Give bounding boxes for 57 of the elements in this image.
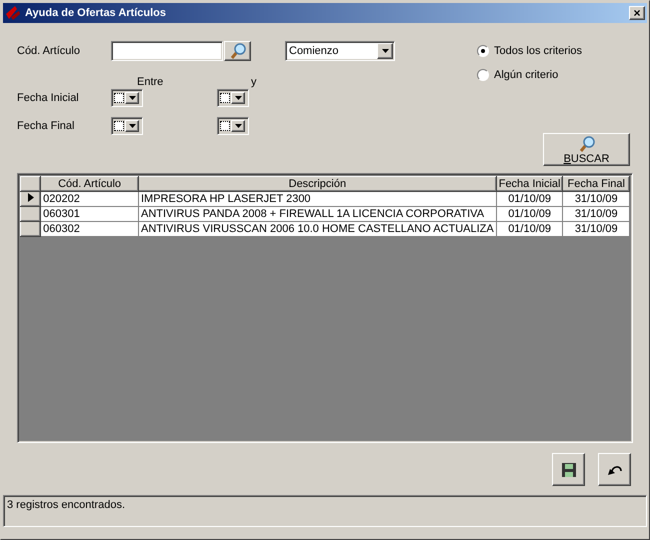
match-combo[interactable]: Comienzo	[285, 41, 395, 61]
field-label: Fecha Final	[17, 120, 76, 132]
code-input[interactable]	[111, 41, 223, 61]
caret-icon	[128, 124, 136, 128]
date-picker[interactable]	[111, 117, 143, 135]
table-cell: 31/10/09	[562, 206, 630, 222]
undo-button[interactable]	[598, 453, 631, 486]
caret-icon	[382, 49, 388, 53]
save-button[interactable]	[552, 453, 585, 486]
radio-label: Todos los criterios	[494, 45, 582, 57]
date-picker[interactable]	[217, 89, 249, 107]
date-checkbox[interactable]	[220, 93, 230, 103]
date-picker[interactable]	[217, 117, 249, 135]
table-cell: IMPRESORA HP LASERJET 2300	[138, 192, 496, 206]
range-label: y	[251, 76, 256, 88]
column-header[interactable]: Cód. Artículo	[40, 176, 138, 192]
column-header[interactable]: Fecha Inicial	[496, 176, 563, 192]
radio-option[interactable]: Todos los criterios	[477, 45, 649, 57]
table-cell: 020202	[40, 192, 138, 206]
caret-icon	[128, 96, 136, 100]
table-cell: 01/10/09	[496, 192, 563, 206]
table-cell: ANTIVIRUS VIRUSSCAN 2006 10.0 HOME CASTELLANO ACTUALIZA	[138, 222, 496, 236]
table-cell: 060302	[40, 222, 138, 236]
radio-label: Algún criterio	[494, 69, 558, 81]
row-indicator[interactable]	[20, 192, 41, 206]
lookup-button[interactable]	[224, 41, 251, 61]
date-checkbox[interactable]	[114, 121, 124, 131]
app-icon	[5, 5, 21, 21]
search-button[interactable]: BUSCAR	[543, 133, 630, 166]
header-corner	[20, 176, 41, 192]
table-cell: 060301	[40, 206, 138, 222]
caret-icon	[234, 124, 242, 128]
date-checkbox[interactable]	[114, 93, 124, 103]
field-label: Fecha Inicial	[17, 92, 80, 104]
date-checkbox[interactable]	[220, 121, 230, 131]
range-label: Entre	[137, 76, 164, 88]
table-cell: 31/10/09	[562, 192, 630, 206]
radio-icon[interactable]	[477, 45, 489, 57]
radio-option[interactable]: Algún criterio	[477, 69, 649, 81]
search-icon	[578, 134, 596, 152]
row-pointer-icon	[28, 193, 34, 202]
row-indicator[interactable]	[20, 222, 41, 236]
table-cell: 01/10/09	[496, 206, 563, 222]
search-icon	[228, 42, 246, 60]
date-picker[interactable]	[111, 89, 143, 107]
row-indicator[interactable]	[20, 206, 41, 222]
table-cell: 01/10/09	[496, 222, 563, 236]
table-cell: 31/10/09	[562, 222, 630, 236]
column-header[interactable]: Descripción	[138, 176, 496, 192]
field-label: Cód. Artículo	[17, 45, 81, 57]
close-button[interactable]: ×	[629, 6, 645, 20]
column-header[interactable]: Fecha Final	[562, 176, 630, 192]
table-cell: ANTIVIRUS PANDA 2008 + FIREWALL 1A LICENCIA CORPORATIVA	[138, 206, 496, 222]
caret-icon	[234, 96, 242, 100]
radio-icon[interactable]	[477, 69, 489, 81]
status-text: 3 registros encontrados.	[7, 499, 126, 511]
window-title: Ayuda de Ofertas Artículos	[25, 7, 167, 19]
